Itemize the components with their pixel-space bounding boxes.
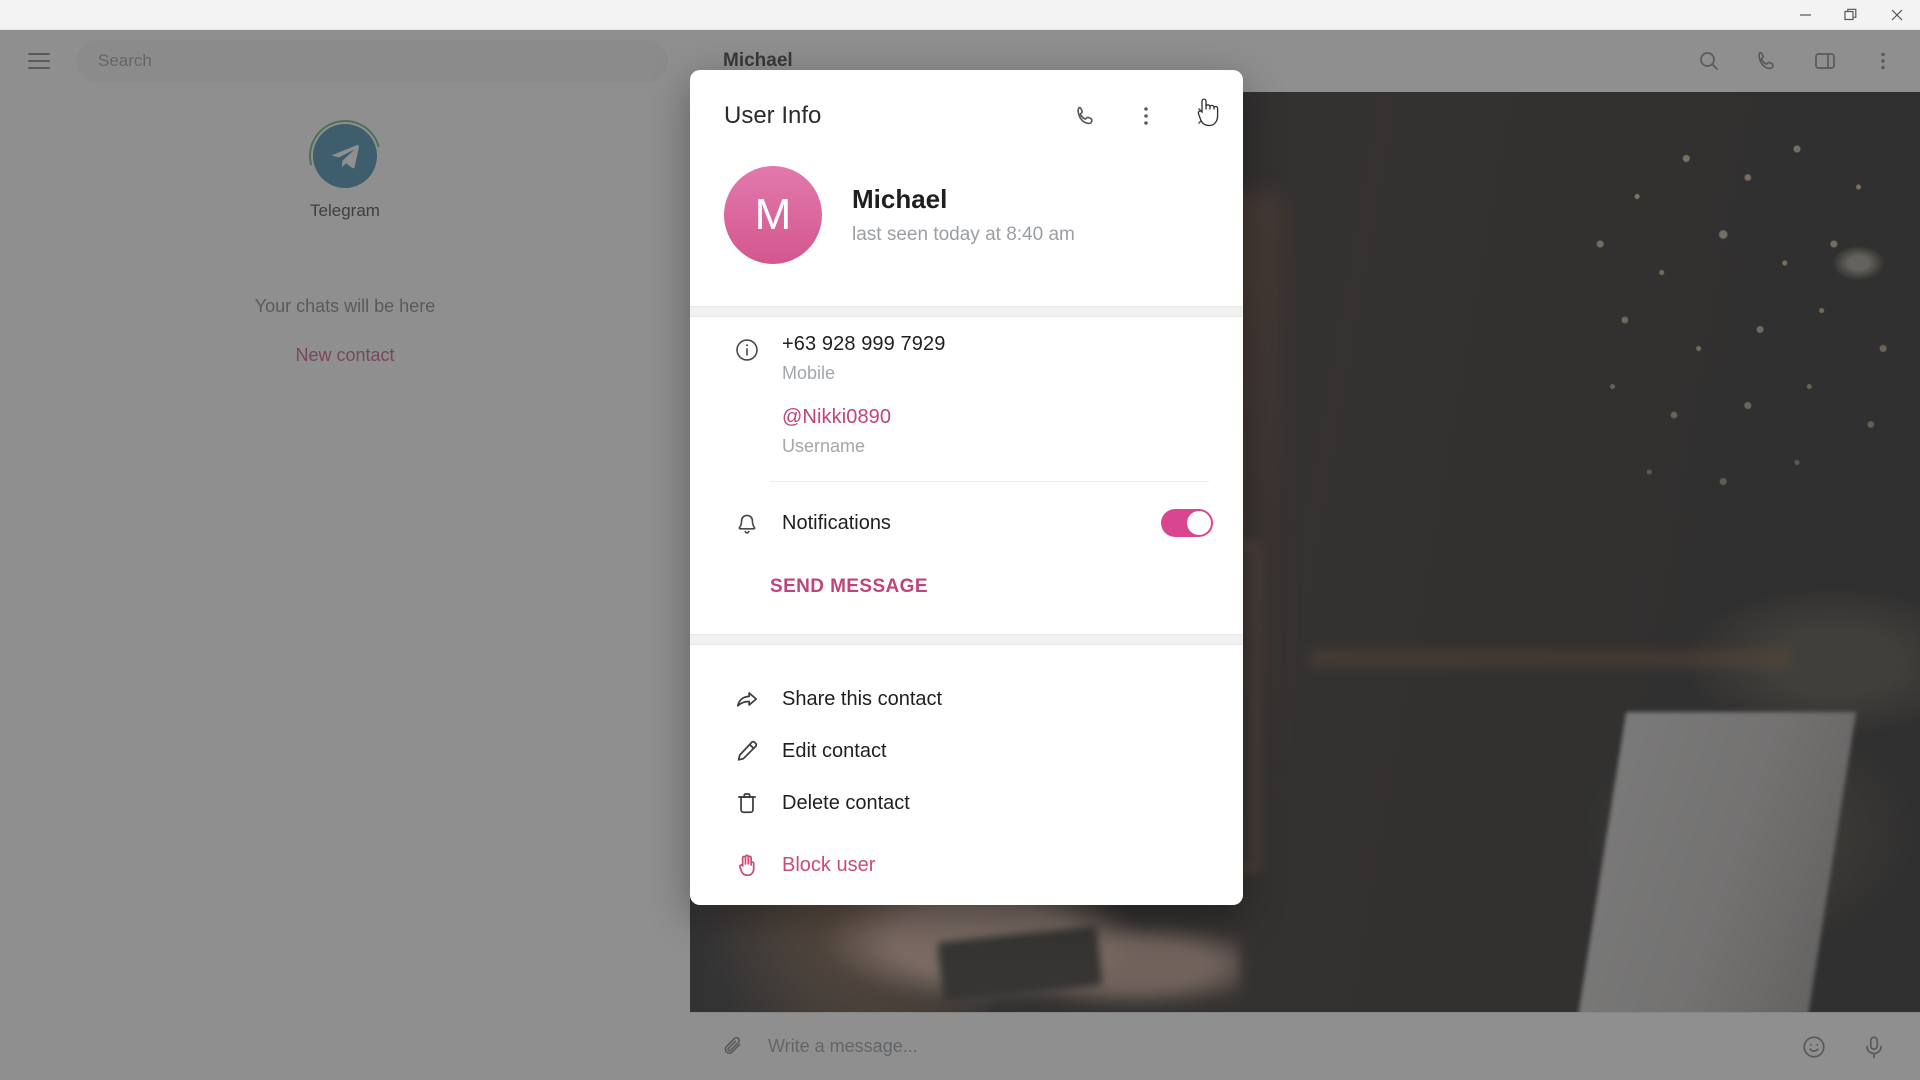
detail-body: +63 928 999 7929 Mobile xyxy=(782,333,945,406)
phone-number: +63 928 999 7929 xyxy=(782,333,946,355)
delete-contact-button[interactable]: Delete contact xyxy=(690,777,1243,829)
mouse-cursor-pointer-icon xyxy=(1193,95,1223,134)
action-label: Delete contact xyxy=(782,791,910,814)
edit-contact-button[interactable]: Edit contact xyxy=(690,725,1243,777)
trash-icon xyxy=(724,790,770,816)
detail-body: @Nikki0890 Username xyxy=(782,406,891,479)
notifications-label: Notifications xyxy=(782,511,891,534)
action-label: Share this contact xyxy=(782,687,943,710)
window-maximize-button[interactable] xyxy=(1828,0,1874,30)
block-user-button[interactable]: Block user xyxy=(690,839,1243,891)
pencil-icon xyxy=(724,738,770,764)
detail-row-username[interactable]: @Nikki0890 Username xyxy=(690,406,1243,479)
avatar[interactable]: M xyxy=(724,166,822,264)
block-hand-icon xyxy=(724,852,770,878)
close-icon[interactable] xyxy=(1183,93,1229,139)
dialog-header-actions xyxy=(1063,93,1229,139)
dialog-header: User Info xyxy=(690,70,1243,162)
identity-text: Michael last seen today at 8:40 am xyxy=(852,184,1075,246)
action-label: Edit contact xyxy=(782,739,887,762)
bell-icon xyxy=(724,508,770,538)
section-divider xyxy=(690,634,1243,645)
user-status: last seen today at 8:40 am xyxy=(852,224,1075,245)
user-name: Michael xyxy=(852,184,948,214)
notifications-toggle[interactable] xyxy=(1161,509,1213,537)
detail-icon-spacer xyxy=(724,406,770,479)
toggle-knob xyxy=(1187,511,1211,535)
user-identity: M Michael last seen today at 8:40 am xyxy=(690,162,1243,306)
share-arrow-icon xyxy=(724,686,770,712)
user-info-dialog: User Info M Michael last seen today at 8 xyxy=(690,70,1243,905)
dialog-title: User Info xyxy=(724,102,822,129)
detail-row-phone[interactable]: +63 928 999 7929 Mobile xyxy=(690,333,1243,406)
window-close-button[interactable] xyxy=(1874,0,1920,30)
more-vertical-icon[interactable] xyxy=(1123,93,1169,139)
phone-icon[interactable] xyxy=(1063,93,1109,139)
info-circle-icon xyxy=(724,333,770,406)
contact-actions-section: Share this contact Edit contact Delete c… xyxy=(690,645,1243,891)
notifications-row[interactable]: Notifications xyxy=(690,482,1243,538)
window-titlebar xyxy=(0,0,1920,30)
window-minimize-button[interactable] xyxy=(1782,0,1828,30)
share-contact-button[interactable]: Share this contact xyxy=(690,673,1243,725)
username-label: Username xyxy=(782,436,866,456)
section-divider xyxy=(690,306,1243,317)
action-label: Block user xyxy=(782,853,876,876)
phone-label: Mobile xyxy=(782,363,836,383)
username-value[interactable]: @Nikki0890 xyxy=(782,406,891,429)
send-message-button[interactable]: SEND MESSAGE xyxy=(690,538,1243,634)
contact-details-section: +63 928 999 7929 Mobile @Nikki0890 Usern… xyxy=(690,317,1243,479)
